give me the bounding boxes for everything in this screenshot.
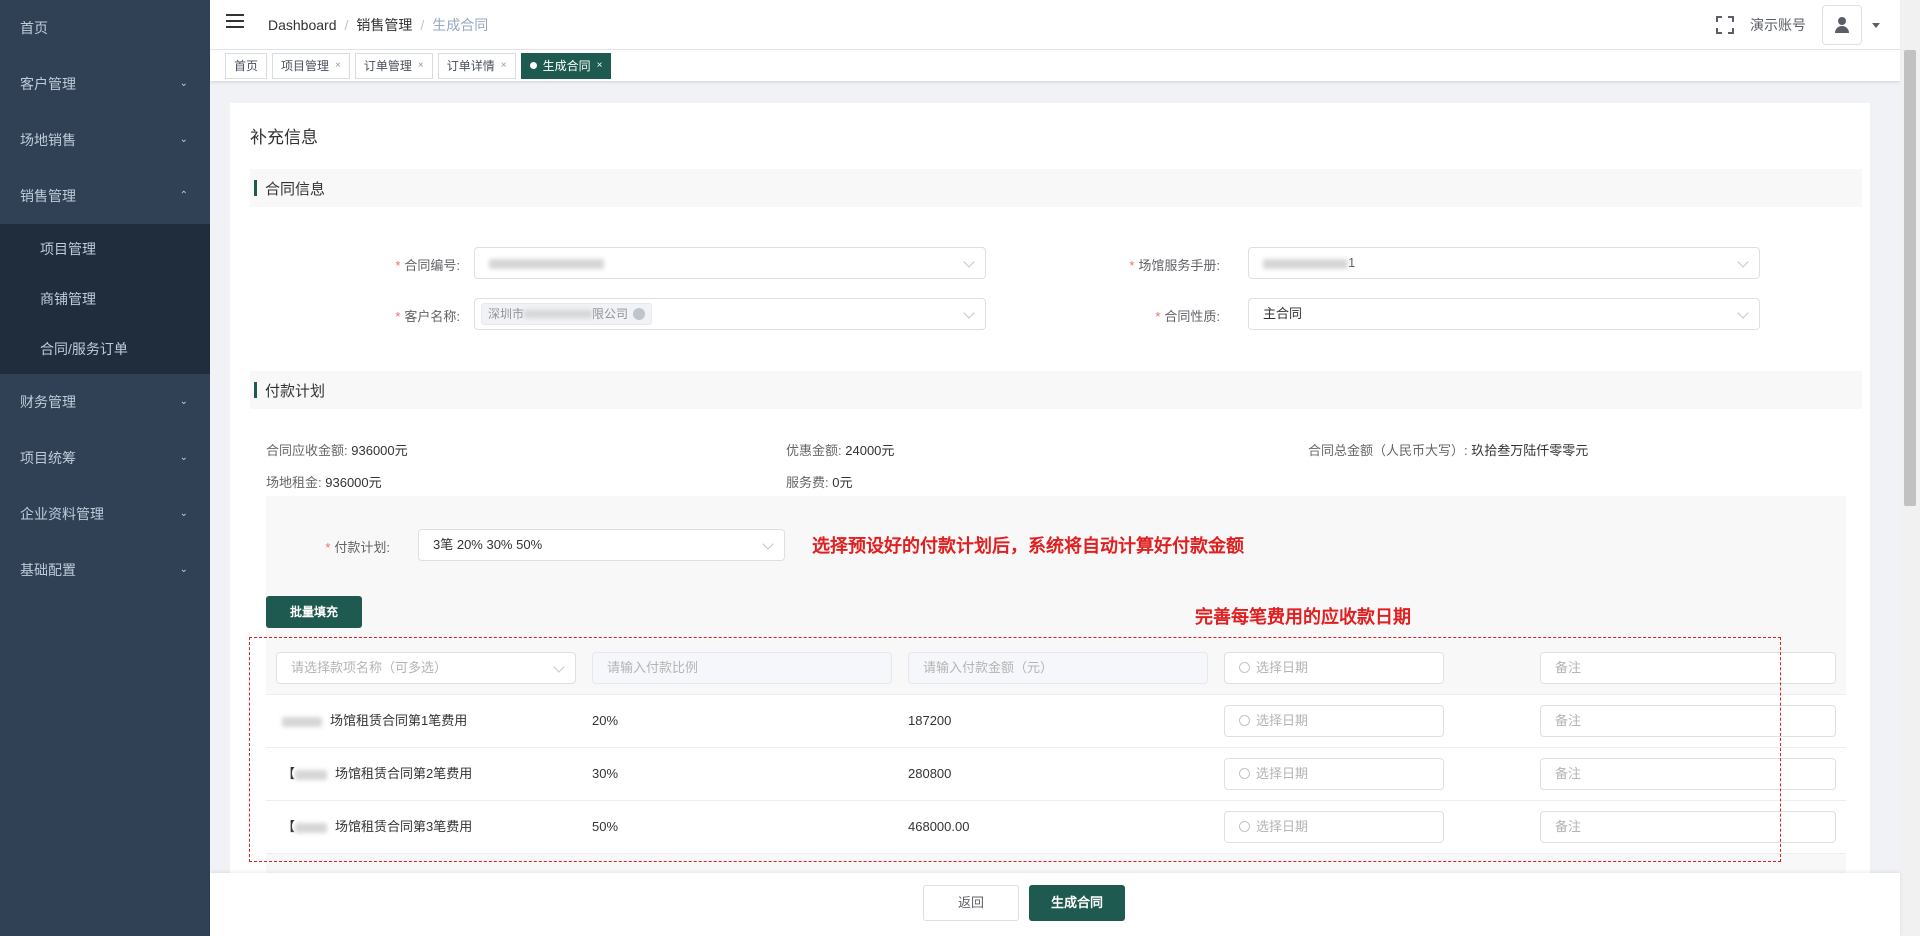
hamburger-icon[interactable] <box>226 14 244 32</box>
section-contract-info: 合同信息 <box>250 169 1862 207</box>
receivable-info: 合同应收金额: 936000元 <box>266 443 408 458</box>
chevron-down-icon <box>762 538 774 550</box>
chevron-down-icon <box>963 307 975 319</box>
plan-label: * 付款计划: <box>325 540 390 555</box>
tag-home[interactable]: 首页 <box>225 52 268 79</box>
sidebar-item-config[interactable]: 基础配置 ⌄ <box>0 542 210 598</box>
close-icon[interactable]: × <box>418 54 424 78</box>
batch-fill-button[interactable]: 批量填充 <box>266 596 362 628</box>
active-dot-icon <box>529 62 537 69</box>
caret-down-icon[interactable] <box>1872 22 1880 28</box>
chevron-down-icon: ⌄ <box>179 452 188 463</box>
contract-no-select[interactable] <box>474 247 986 279</box>
scrollbar[interactable] <box>1900 0 1920 936</box>
discount-info: 优惠金额: 24000元 <box>786 443 895 458</box>
contract-nature-label: * 合同性质: <box>1155 309 1220 324</box>
back-button[interactable]: 返回 <box>923 885 1019 921</box>
customer-label: * 客户名称: <box>395 309 460 324</box>
account-name[interactable]: 演示账号 <box>1750 15 1806 35</box>
rent-info: 场地租金: 936000元 <box>266 475 382 490</box>
annotation-auto-calc: 选择预设好的付款计划后，系统将自动计算好付款金额 <box>812 536 1244 557</box>
chevron-down-icon <box>963 256 975 268</box>
breadcrumb-sales[interactable]: 销售管理 <box>356 17 412 33</box>
tag-project[interactable]: 项目管理 × <box>272 52 350 79</box>
sidebar-item-enterprise[interactable]: 企业资料管理 ⌄ <box>0 486 210 542</box>
sidebar-item-project[interactable]: 项目管理 <box>0 224 210 274</box>
annotation-date: 完善每笔费用的应收款日期 <box>1195 607 1411 628</box>
chevron-down-icon: ⌄ <box>179 564 188 575</box>
sidebar-item-customer[interactable]: 客户管理 ⌄ <box>0 56 210 112</box>
fullscreen-icon[interactable] <box>1716 16 1734 34</box>
tag-generate-contract[interactable]: 生成合同 × <box>520 52 612 79</box>
chevron-down-icon: ⌄ <box>179 134 188 145</box>
close-icon[interactable]: × <box>597 54 603 78</box>
sidebar-item-coordination[interactable]: 项目统筹 ⌄ <box>0 430 210 486</box>
breadcrumb-current: 生成合同 <box>432 17 489 33</box>
annotation-box <box>249 637 1781 862</box>
payment-plan-select[interactable]: 3笔 20% 30% 50% <box>418 529 785 561</box>
navbar: Dashboard / 销售管理 / 生成合同 演示账号 <box>210 0 1900 50</box>
contract-no-label: * 合同编号: <box>395 258 460 273</box>
venue-manual-label: * 场馆服务手册: <box>1129 258 1220 273</box>
customer-select[interactable]: 深圳市 限公司 <box>474 298 986 330</box>
close-icon[interactable]: × <box>501 54 507 78</box>
user-icon <box>1834 17 1850 33</box>
chevron-down-icon <box>1737 307 1749 319</box>
chevron-down-icon: ⌄ <box>179 396 188 407</box>
sidebar-item-sales[interactable]: 销售管理 ⌃ <box>0 168 210 224</box>
footer-bar: 返回 生成合同 <box>210 873 1900 936</box>
service-fee-info: 服务费: 0元 <box>786 475 853 490</box>
close-icon[interactable]: × <box>335 54 341 78</box>
chevron-down-icon: ⌄ <box>179 78 188 89</box>
sidebar: 首页 客户管理 ⌄ 场地销售 ⌄ 销售管理 ⌃ 项目管理 商铺管理 合同/服务订单 财… <box>0 0 210 936</box>
total-cn-info: 合同总金额（人民币大写）: 玖拾叁万陆仟零零元 <box>1308 443 1589 458</box>
supplement-card: 补充信息 合同信息 * 合同编号: * 场馆服务手册: 1 * 客户名称: 深圳市 限公… <box>230 103 1870 873</box>
tags-view: 首页 项目管理 × 订单管理 × 订单详情 × 生成合同 × <box>210 50 1900 82</box>
sidebar-submenu-sales: 项目管理 商铺管理 合同/服务订单 <box>0 224 210 374</box>
sidebar-item-shop[interactable]: 商铺管理 <box>0 274 210 324</box>
sidebar-item-finance[interactable]: 财务管理 ⌄ <box>0 374 210 430</box>
customer-chip: 深圳市 限公司 <box>481 303 653 325</box>
chevron-down-icon: ⌄ <box>179 508 188 519</box>
chevron-down-icon <box>1737 256 1749 268</box>
avatar[interactable] <box>1822 5 1862 45</box>
breadcrumb: Dashboard / 销售管理 / 生成合同 <box>268 17 489 33</box>
sidebar-item-venue-sales[interactable]: 场地销售 ⌄ <box>0 112 210 168</box>
chevron-up-icon: ⌃ <box>179 190 188 201</box>
page-title: 补充信息 <box>250 128 318 147</box>
scrollbar-thumb[interactable] <box>1904 50 1916 506</box>
breadcrumb-dashboard[interactable]: Dashboard <box>268 17 337 33</box>
venue-manual-select[interactable]: 1 <box>1248 247 1760 279</box>
sidebar-item-home[interactable]: 首页 <box>0 0 210 56</box>
clear-icon[interactable] <box>633 308 646 320</box>
section-payment-plan: 付款计划 <box>250 371 1862 409</box>
sidebar-item-contract-order[interactable]: 合同/服务订单 <box>0 324 210 374</box>
generate-contract-button[interactable]: 生成合同 <box>1029 885 1125 921</box>
tag-order-detail[interactable]: 订单详情 × <box>437 52 516 79</box>
tag-order[interactable]: 订单管理 × <box>354 52 433 79</box>
contract-nature-select[interactable]: 主合同 <box>1248 298 1760 330</box>
